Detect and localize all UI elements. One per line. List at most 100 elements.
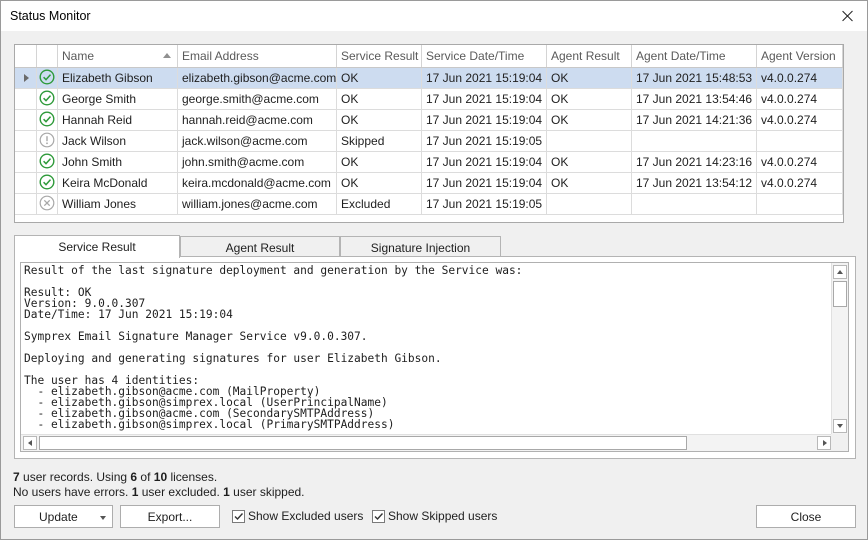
cell-agent-result	[547, 194, 632, 214]
license-summary: 7 user records. Using 6 of 10 licenses.	[13, 470, 217, 484]
excluded-x-icon	[39, 195, 56, 212]
cell-agent-result: OK	[547, 110, 632, 130]
column-header-agent-result[interactable]: Agent Result	[547, 45, 632, 67]
success-check-icon	[39, 174, 56, 191]
cell-service-date-time: 17 Jun 2021 15:19:04	[422, 152, 547, 172]
cell-agent-result	[547, 131, 632, 151]
table-row[interactable]: William Jones william.jones@acme.com Exclu…	[15, 194, 843, 215]
row-status-cell	[37, 194, 58, 214]
cell-name: Hannah Reid	[58, 110, 178, 130]
cell-name: William Jones	[58, 194, 178, 214]
license-summary-text-2: of	[137, 470, 154, 484]
tab-label: Signature Injection	[370, 241, 471, 255]
tab-service-result[interactable]: Service Result	[14, 235, 180, 258]
cell-service-date-time: 17 Jun 2021 15:19:04	[422, 89, 547, 109]
cell-email-address: keira.mcdonald@acme.com	[178, 173, 337, 193]
cell-agent-version	[757, 131, 843, 151]
licenses-total: 10	[153, 470, 168, 484]
title-bar: Status Monitor	[1, 1, 867, 31]
cell-agent-version: v4.0.0.274	[757, 89, 843, 109]
export-button[interactable]: Export...	[120, 505, 220, 528]
result-text-line: Deploying and generating signatures for …	[24, 352, 442, 365]
chevron-down-icon[interactable]	[100, 516, 106, 520]
show-excluded-checkbox[interactable]: Show Excluded users	[232, 509, 363, 525]
cell-agent-date-time: 17 Jun 2021 13:54:46	[632, 89, 757, 109]
cell-service-date-time: 17 Jun 2021 15:19:05	[422, 131, 547, 151]
column-header-email-address[interactable]: Email Address	[178, 45, 337, 67]
column-header-name[interactable]: Name	[58, 45, 178, 67]
update-button-label: Update	[39, 510, 78, 524]
window-title: Status Monitor	[10, 9, 91, 23]
result-text-line	[24, 276, 830, 287]
row-status-cell	[37, 68, 58, 88]
scroll-left-icon[interactable]	[23, 436, 37, 450]
row-indicator-cell[interactable]	[15, 131, 37, 151]
cell-agent-result: OK	[547, 89, 632, 109]
checkbox-checked-icon[interactable]	[372, 510, 385, 523]
column-header-service-date-time[interactable]: Service Date/Time	[422, 45, 547, 67]
cell-service-result: OK	[337, 89, 422, 109]
row-indicator-cell[interactable]	[15, 110, 37, 130]
column-header-label: Service Result	[341, 49, 419, 63]
cell-service-result: OK	[337, 110, 422, 130]
cell-service-result: Excluded	[337, 194, 422, 214]
checkbox-checked-icon[interactable]	[232, 510, 245, 523]
result-text-line: - elizabeth.gibson@simprex.local (Primar…	[24, 418, 395, 431]
vertical-scroll-thumb[interactable]	[833, 281, 847, 307]
table-row[interactable]: John Smith john.smith@acme.com OK 17 Jun 20…	[15, 152, 843, 173]
result-text-line: Symprex Email Signature Manager Service …	[24, 330, 368, 343]
cell-agent-version: v4.0.0.274	[757, 152, 843, 172]
row-indicator-cell[interactable]	[15, 173, 37, 193]
table-row[interactable]: Keira McDonald keira.mcdonald@acme.com OK 1…	[15, 173, 843, 194]
column-header-service-result[interactable]: Service Result	[337, 45, 422, 67]
column-header-label: Agent Result	[551, 49, 620, 63]
table-row[interactable]: Jack Wilson jack.wilson@acme.com Skipped 17…	[15, 131, 843, 152]
row-status-cell	[37, 131, 58, 151]
cell-email-address: hannah.reid@acme.com	[178, 110, 337, 130]
cell-name: John Smith	[58, 152, 178, 172]
tab-agent-result[interactable]: Agent Result	[180, 236, 340, 257]
cell-agent-result: OK	[547, 152, 632, 172]
vertical-scrollbar[interactable]	[831, 263, 848, 435]
cell-name: George Smith	[58, 89, 178, 109]
cell-name: Keira McDonald	[58, 173, 178, 193]
scroll-right-icon[interactable]	[817, 436, 831, 450]
close-button-label: Close	[790, 510, 822, 524]
column-header-agent-version[interactable]: Agent Version	[757, 45, 843, 67]
row-indicator-cell[interactable]	[15, 152, 37, 172]
column-header-agent-date-time[interactable]: Agent Date/Time	[632, 45, 757, 67]
cell-agent-date-time: 17 Jun 2021 14:21:36	[632, 110, 757, 130]
header-indicator-cell	[15, 45, 37, 67]
scroll-up-icon[interactable]	[833, 265, 847, 279]
user-summary-text-2: user excluded.	[138, 485, 224, 499]
column-header-label: Service Date/Time	[426, 49, 525, 63]
user-count: 7	[13, 470, 20, 484]
close-icon[interactable]	[837, 5, 859, 27]
horizontal-scroll-thumb[interactable]	[39, 436, 687, 450]
row-indicator-cell[interactable]	[15, 89, 37, 109]
close-button[interactable]: Close	[756, 505, 856, 528]
cell-service-date-time: 17 Jun 2021 15:19:04	[422, 110, 547, 130]
update-button[interactable]: Update	[14, 505, 113, 528]
row-indicator-cell[interactable]	[15, 68, 37, 88]
show-skipped-checkbox[interactable]: Show Skipped users	[372, 509, 497, 525]
table-row[interactable]: Elizabeth Gibson elizabeth.gibson@acme.co…	[15, 68, 843, 89]
cell-service-result: OK	[337, 152, 422, 172]
cell-service-result: OK	[337, 173, 422, 193]
skipped-warning-icon	[39, 132, 56, 149]
scroll-down-icon[interactable]	[833, 419, 847, 433]
table-row[interactable]: Hannah Reid hannah.reid@acme.com OK 17 Jun …	[15, 110, 843, 131]
cell-service-result: Skipped	[337, 131, 422, 151]
tab-signature-injection[interactable]: Signature Injection	[340, 236, 501, 257]
cell-agent-result: OK	[547, 173, 632, 193]
cell-email-address: william.jones@acme.com	[178, 194, 337, 214]
status-monitor-window: Status Monitor Name Email Address Service …	[0, 0, 868, 540]
user-summary-text-1: No users have errors.	[13, 485, 132, 499]
table-row[interactable]: George Smith george.smith@acme.com OK 17 Ju…	[15, 89, 843, 110]
show-skipped-label: Show Skipped users	[388, 509, 498, 523]
tab-label: Agent Result	[225, 241, 295, 255]
cell-email-address: george.smith@acme.com	[178, 89, 337, 109]
result-text-box[interactable]: Result of the last signature deployment …	[20, 262, 849, 452]
horizontal-scrollbar[interactable]	[21, 434, 833, 451]
row-indicator-cell[interactable]	[15, 194, 37, 214]
